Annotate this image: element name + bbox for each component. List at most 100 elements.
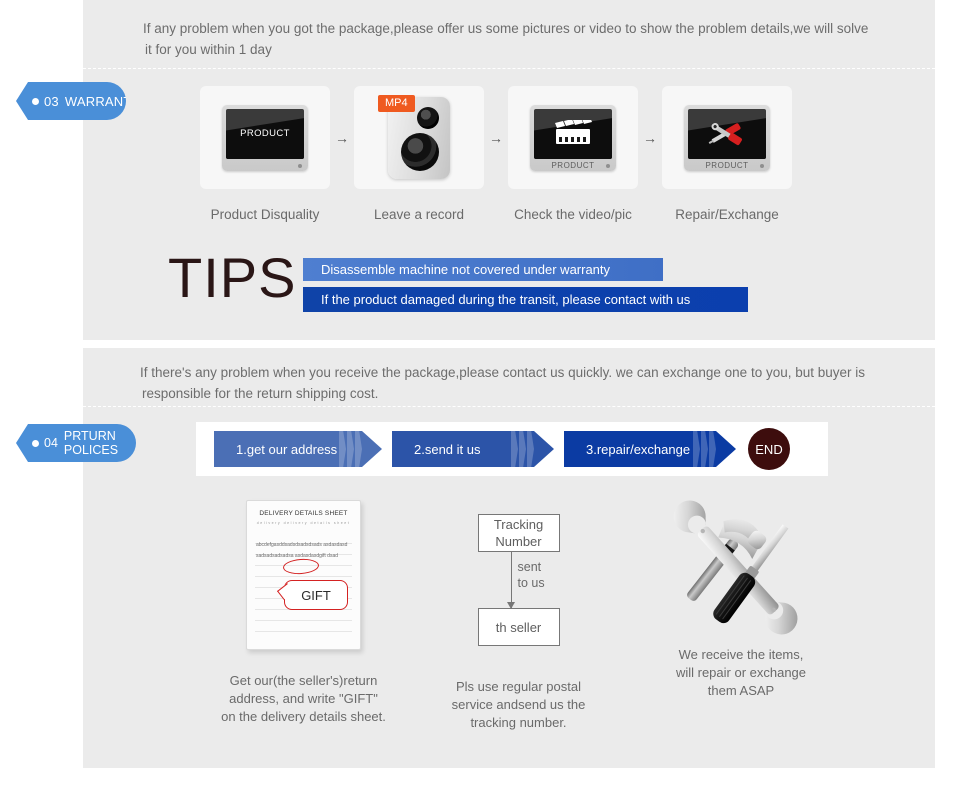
return-intro-line-2: responsible for the return shipping cost… [142, 386, 379, 401]
return-intro-line-1: If there's any problem when you receive … [140, 365, 866, 380]
monitor-led-icon [760, 163, 764, 168]
warranty-step-4: PRODUCT Repair/Exchange [662, 86, 792, 222]
step-caption-3: Check the video/pic [514, 207, 632, 222]
return-column-2-caption-line-1: Pls use regular postal [455, 679, 581, 694]
return-column-3: We receive the items, will repair or exc… [626, 500, 856, 700]
bullet-dot-icon [32, 439, 39, 447]
warranty-intro-line-1: If any problem when you got the package,… [143, 21, 869, 36]
return-column-2-caption-line-2: service andsend us the [451, 697, 586, 712]
flow-arrow-icon-1: → [335, 130, 349, 146]
flow-arrow-icon-3: → [643, 130, 657, 146]
tracking-flow-diagram: Tracking Number sent to us th seller [477, 500, 560, 648]
clapperboard-icon [555, 119, 592, 144]
bullet-dot-icon [32, 97, 39, 105]
tips-bar-1: Disassemble machine not covered under wa… [303, 258, 663, 281]
warranty-step-1: PRODUCT Product Disquality [200, 86, 330, 222]
return-column-3-caption-line-3: them ASAP [707, 683, 775, 698]
return-column-1-caption-line-1: Get our(the seller's)return [229, 673, 378, 688]
process-step-2[interactable]: 2.send it us [392, 431, 554, 467]
arrow-head-icon [507, 602, 515, 609]
process-step-1-label: 1.get our address [236, 441, 338, 457]
step-caption-4: Repair/Exchange [675, 207, 779, 222]
return-column-1-caption: Get our(the seller's)return address, and… [221, 672, 386, 726]
recorder-small-lens-icon [417, 106, 439, 129]
process-end-badge: END [748, 428, 790, 470]
process-step-3[interactable]: 3.repair/exchange [564, 431, 736, 467]
monitor-icon: PRODUCT [222, 104, 308, 171]
monitor-screen-text: PRODUCT [240, 128, 290, 139]
warranty-step-flow: PRODUCT Product Disquality → MP4 Leave a… [200, 86, 880, 222]
tips-heading: TIPS [168, 246, 297, 309]
return-column-2-caption-line-3: tracking number. [470, 715, 567, 730]
badge-number-warranty: 03 [44, 93, 59, 109]
chevron-tick-icon [347, 431, 354, 467]
step-tile-leave-a-record: MP4 [354, 86, 484, 189]
arrow-line [510, 552, 512, 608]
tracking-flow-arrow-label: sent to us [518, 559, 545, 591]
return-column-2: Tracking Number sent to us th seller Pls… [411, 500, 626, 732]
return-process-strip: 1.get our address 2.send it us 3.repair/… [196, 422, 828, 476]
monitor-base-text: PRODUCT [705, 160, 749, 170]
tracking-flow-arrow-icon: sent to us [478, 552, 560, 609]
step-tile-repair-exchange: PRODUCT [662, 86, 792, 189]
warranty-intro-text: If any problem when you got the package,… [143, 18, 903, 60]
monitor-icon: PRODUCT [530, 104, 616, 171]
camera-recorder-icon: MP4 [378, 94, 450, 179]
tracking-number-box: Tracking Number [477, 514, 560, 552]
screwdriver-wrench-icon [708, 122, 742, 145]
chevron-tick-icon [355, 431, 362, 467]
step-caption-1: Product Disquality [210, 207, 320, 222]
return-column-1-caption-line-3: on the delivery details sheet. [221, 709, 386, 724]
process-step-1[interactable]: 1.get our address [214, 431, 382, 467]
chevron-tick-icon [709, 431, 716, 467]
return-column-1-caption-line-2: address, and write "GIFT" [229, 691, 378, 706]
warranty-intro-line-2: it for you within 1 day [145, 42, 272, 57]
sheet-gift-callout: GIFT [284, 580, 348, 610]
chevron-tick-icon [519, 431, 526, 467]
chevron-tick-icon [701, 431, 708, 467]
badge-label-return-line-1: PRTURN [63, 429, 116, 443]
arrow-label-line-2: to us [517, 576, 545, 590]
monitor-screen [688, 108, 766, 159]
return-column-3-caption: We receive the items, will repair or exc… [676, 646, 806, 700]
return-column-1: DELIVERY DETAILS SHEET delivery delivery… [196, 500, 411, 726]
process-step-2-label: 2.send it us [414, 441, 481, 457]
monitor-base-text: PRODUCT [551, 160, 595, 170]
monitor-screen [534, 108, 612, 159]
return-column-3-caption-line-2: will repair or exchange [675, 665, 807, 680]
chevron-tick-icon [511, 431, 518, 467]
badge-number-return: 04 [44, 436, 58, 450]
mp4-tag-label: MP4 [378, 94, 415, 112]
tracking-number-line-1: Tracking [493, 517, 544, 532]
chevron-tick-icon [527, 431, 534, 467]
warranty-dashed-separator [83, 68, 935, 69]
tracking-number-line-2: Number [495, 534, 542, 549]
process-step-3-label: 3.repair/exchange [586, 441, 691, 457]
badge-label-return: PRTURN POLICES [64, 429, 118, 457]
recorder-large-lens-icon [401, 132, 439, 171]
seller-box: th seller [477, 608, 560, 646]
monitor-screen: PRODUCT [226, 108, 304, 159]
step-caption-2: Leave a record [373, 207, 465, 222]
delivery-details-sheet-icon: DELIVERY DETAILS SHEET delivery delivery… [246, 500, 361, 650]
warranty-step-3: PRODUCT Check the video/pic [508, 86, 638, 222]
step-tile-check-video: PRODUCT [508, 86, 638, 189]
hammer-wrench-screwdriver-icon [671, 500, 811, 640]
flow-arrow-icon-2: → [489, 130, 503, 146]
section-badge-warranty[interactable]: 03 WARRANTY [16, 82, 126, 120]
monitor-led-icon [298, 163, 302, 168]
arrow-label-line-1: sent [517, 560, 542, 574]
monitor-led-icon [606, 163, 610, 168]
return-dashed-separator [83, 406, 935, 407]
tools-illustration [673, 500, 798, 635]
step-tile-product-disquality: PRODUCT [200, 86, 330, 189]
return-column-2-caption: Pls use regular postal service andsend u… [452, 678, 586, 732]
section-badge-return-policies[interactable]: 04 PRTURN POLICES [16, 424, 136, 462]
tips-bar-2: If the product damaged during the transi… [303, 287, 748, 312]
chevron-tick-icon [339, 431, 346, 467]
sheet-subtitle: delivery delivery details sheet [256, 521, 351, 525]
sheet-title: DELIVERY DETAILS SHEET [259, 510, 348, 517]
return-intro-text: If there's any problem when you receive … [140, 362, 900, 404]
badge-label-return-line-2: POLICES [63, 443, 119, 457]
sheet-body-text: abcdefgasddsadsdsadsdsads asdasdasdsadsa… [256, 542, 348, 559]
